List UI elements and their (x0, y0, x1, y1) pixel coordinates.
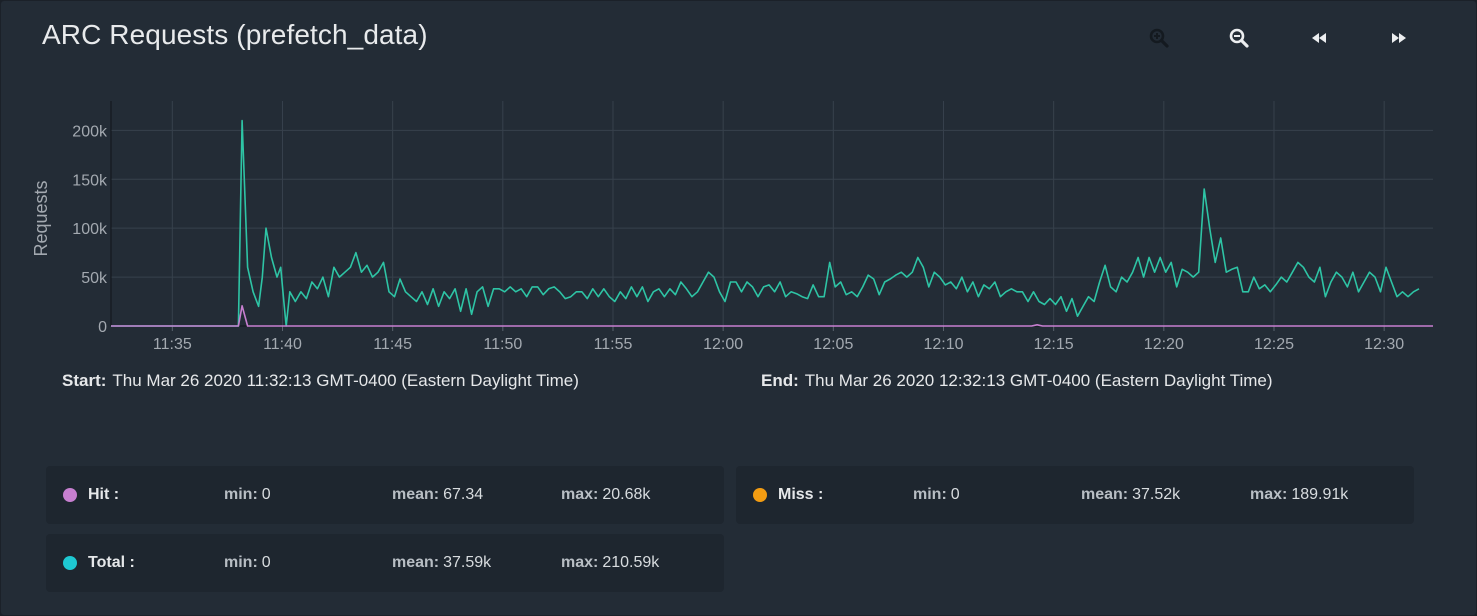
x-tick-label: 11:35 (153, 336, 192, 353)
x-tick-label: 12:05 (813, 336, 853, 353)
legend-name: Miss : (778, 486, 824, 503)
x-tick-label: 12:30 (1364, 336, 1404, 353)
y-tick-label: 150k (72, 172, 108, 189)
line-chart: 0 50k 100k 150k 200k 11:35 11:40 11:45 11:50 11:5… (31, 101, 1433, 353)
x-tick-label: 12:20 (1144, 336, 1184, 353)
y-axis-label: Requests (31, 180, 51, 256)
legend-hit: Hit : min: 0 mean: 67.34 max: 20.68k (46, 466, 724, 524)
legend-mean: mean: 37.52k (1081, 486, 1181, 503)
y-tick-label: 200k (72, 123, 108, 140)
x-tick-label: 12:25 (1254, 336, 1294, 353)
y-tick-label: 0 (98, 319, 107, 336)
range-start-value: Thu Mar 26 2020 11:32:13 GMT-0400 (Easte… (112, 371, 579, 390)
legend-max: max: 20.68k (561, 486, 651, 503)
legend-max: max: 189.91k (1250, 486, 1349, 503)
x-tick-label: 12:15 (1034, 336, 1074, 353)
legend-name: Hit : (88, 486, 120, 503)
chart-axes: 0 50k 100k 150k 200k 11:35 11:40 11:45 11:50 11:5… (72, 101, 1433, 353)
zoom-out-icon[interactable] (1224, 23, 1254, 53)
series-line-hit (111, 305, 1433, 327)
x-tick-label: 12:00 (703, 336, 743, 353)
legend-max: max: 210.59k (561, 554, 660, 571)
rewind-icon[interactable] (1304, 23, 1334, 53)
x-tick-label: 11:55 (594, 336, 633, 353)
y-tick-label: 50k (81, 270, 108, 287)
range-end-value: Thu Mar 26 2020 12:32:13 GMT-0400 (Easte… (804, 371, 1273, 390)
legend-miss: Miss : min: 0 mean: 37.52k max: 189.91k (736, 466, 1414, 524)
y-tick-label: 100k (72, 221, 108, 238)
x-tick-label: 11:40 (263, 336, 302, 353)
legend-min: min: 0 (224, 554, 271, 571)
zoom-in-icon[interactable] (1144, 23, 1174, 53)
chart-toolbar (1, 23, 1476, 53)
range-start: Start: Thu Mar 26 2020 11:32:13 GMT-0400 … (62, 371, 579, 391)
legend-mean: mean: 37.59k (392, 554, 492, 571)
range-start-label: Start: (62, 371, 107, 390)
legend-dot-miss (753, 488, 767, 502)
legend-total: Total : min: 0 mean: 37.59k max: 210.59k (46, 534, 724, 592)
legend-min: min: 0 (913, 486, 960, 503)
x-tick-label: 11:50 (483, 336, 522, 353)
chart-card: ARC Requests (prefetch_data) 0 50k 100k … (0, 0, 1477, 616)
series-line-total (111, 119, 1420, 327)
legend-dot-hit (63, 488, 77, 502)
range-end: End: Thu Mar 26 2020 12:32:13 GMT-0400 (E… (761, 371, 1273, 391)
x-tick-label: 12:10 (923, 336, 963, 353)
legend-dot-total (63, 556, 77, 570)
legend-name: Total : (88, 554, 135, 571)
chart-series (111, 119, 1433, 327)
legend-mean: mean: 67.34 (392, 486, 484, 503)
fast-forward-icon[interactable] (1384, 23, 1414, 53)
range-end-label: End: (761, 371, 799, 390)
x-tick-label: 11:45 (373, 336, 412, 353)
legend-min: min: 0 (224, 486, 271, 503)
